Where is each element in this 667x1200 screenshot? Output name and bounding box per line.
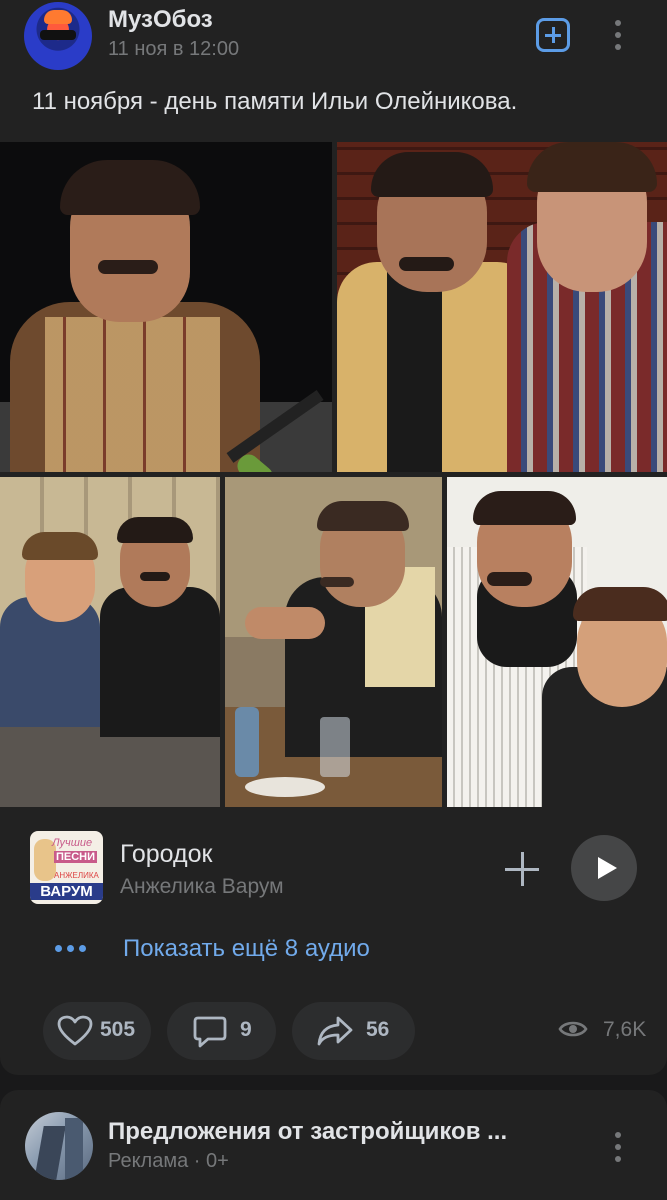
avatar-glasses-shape [40,30,76,40]
share-count: 56 [366,1018,390,1041]
more-horizontal-icon [55,945,87,953]
audio-track[interactable]: Лучшие ПЕСНИ АНЖЕЛИКА ВАРУМ Городок Анже… [0,828,667,908]
view-count: 7,6K [603,1018,647,1041]
author-avatar[interactable] [24,2,92,70]
like-button[interactable]: 505 [43,1002,151,1060]
photo-1[interactable] [0,142,332,472]
show-more-audio-label[interactable]: Показать ещё 8 аудио [123,935,370,963]
comment-icon [193,1016,227,1048]
like-count: 505 [100,1018,136,1041]
track-artist[interactable]: Анжелика Варум [120,875,284,899]
cover-text-mid: ПЕСНИ [54,851,98,863]
play-button[interactable] [571,835,637,901]
ad-post-card: Предложения от застройщиков ... Реклама … [0,1090,667,1200]
photo-5[interactable] [447,477,667,807]
post-header: МузОбоз 11 ноя в 12:00 [0,0,667,80]
ad-subtitle: Реклама · 0+ [108,1150,229,1172]
comment-button[interactable]: 9 [167,1002,276,1060]
ad-more-vertical-icon[interactable] [610,1130,626,1164]
post-text: 11 ноября - день памяти Ильи Олейникова. [32,88,518,115]
ad-title[interactable]: Предложения от застройщиков ... [108,1118,507,1146]
photo-2[interactable] [337,142,667,472]
share-button[interactable]: 56 [292,1002,415,1060]
heart-icon [57,1015,93,1046]
eye-icon [558,1021,588,1037]
post-date[interactable]: 11 ноя в 12:00 [108,38,239,61]
share-arrow-icon [317,1016,353,1046]
cover-text-top: Лучшие [52,837,93,849]
subscribe-plus-icon[interactable] [536,18,570,52]
avatar-hair-shape [44,10,72,24]
album-cover[interactable]: Лучшие ПЕСНИ АНЖЕЛИКА ВАРУМ [30,831,103,904]
cover-text-artist: АНЖЕЛИКА [54,871,99,880]
track-title[interactable]: Городок [120,840,212,869]
show-more-audio[interactable]: Показать ещё 8 аудио [0,928,667,972]
photo-3[interactable] [0,477,220,807]
post-card: МузОбоз 11 ноя в 12:00 11 ноября - день … [0,0,667,1075]
photo-4[interactable] [225,477,442,807]
author-name[interactable]: МузОбоз [108,6,213,34]
views: 7,6K [558,1016,658,1046]
more-vertical-icon[interactable] [610,18,626,52]
add-audio-plus-icon[interactable] [505,852,539,886]
comment-count: 9 [240,1018,252,1041]
ad-avatar[interactable] [25,1112,93,1180]
cover-text-name: ВАРУМ [30,883,103,900]
